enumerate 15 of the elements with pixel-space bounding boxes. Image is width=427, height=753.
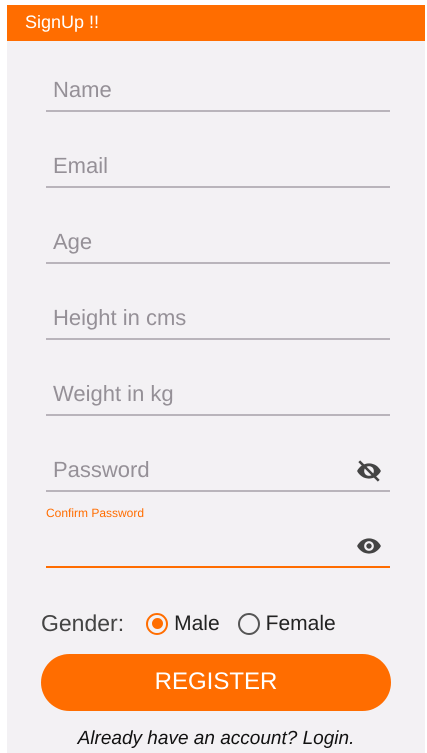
app-title: SignUp !! [25, 11, 100, 34]
radio-button[interactable] [238, 612, 260, 634]
radio-label[interactable]: Female [266, 608, 336, 640]
eye-slash-icon[interactable] [356, 460, 382, 482]
field-label: Confirm Password [46, 504, 144, 522]
radio-label[interactable]: Male [174, 608, 220, 640]
input-field[interactable]: Age [46, 222, 390, 264]
input-field[interactable]: Email [46, 146, 390, 188]
login-link[interactable]: Already have an account? Login. [78, 724, 354, 753]
input-field[interactable]: Height in cms [46, 298, 390, 340]
eye-icon[interactable] [356, 536, 382, 556]
input-field[interactable]: Weight in kg [46, 374, 390, 416]
radio-button[interactable] [146, 612, 168, 634]
gender-label: Gender: [41, 609, 124, 638]
input-field[interactable]: Name [46, 70, 390, 112]
